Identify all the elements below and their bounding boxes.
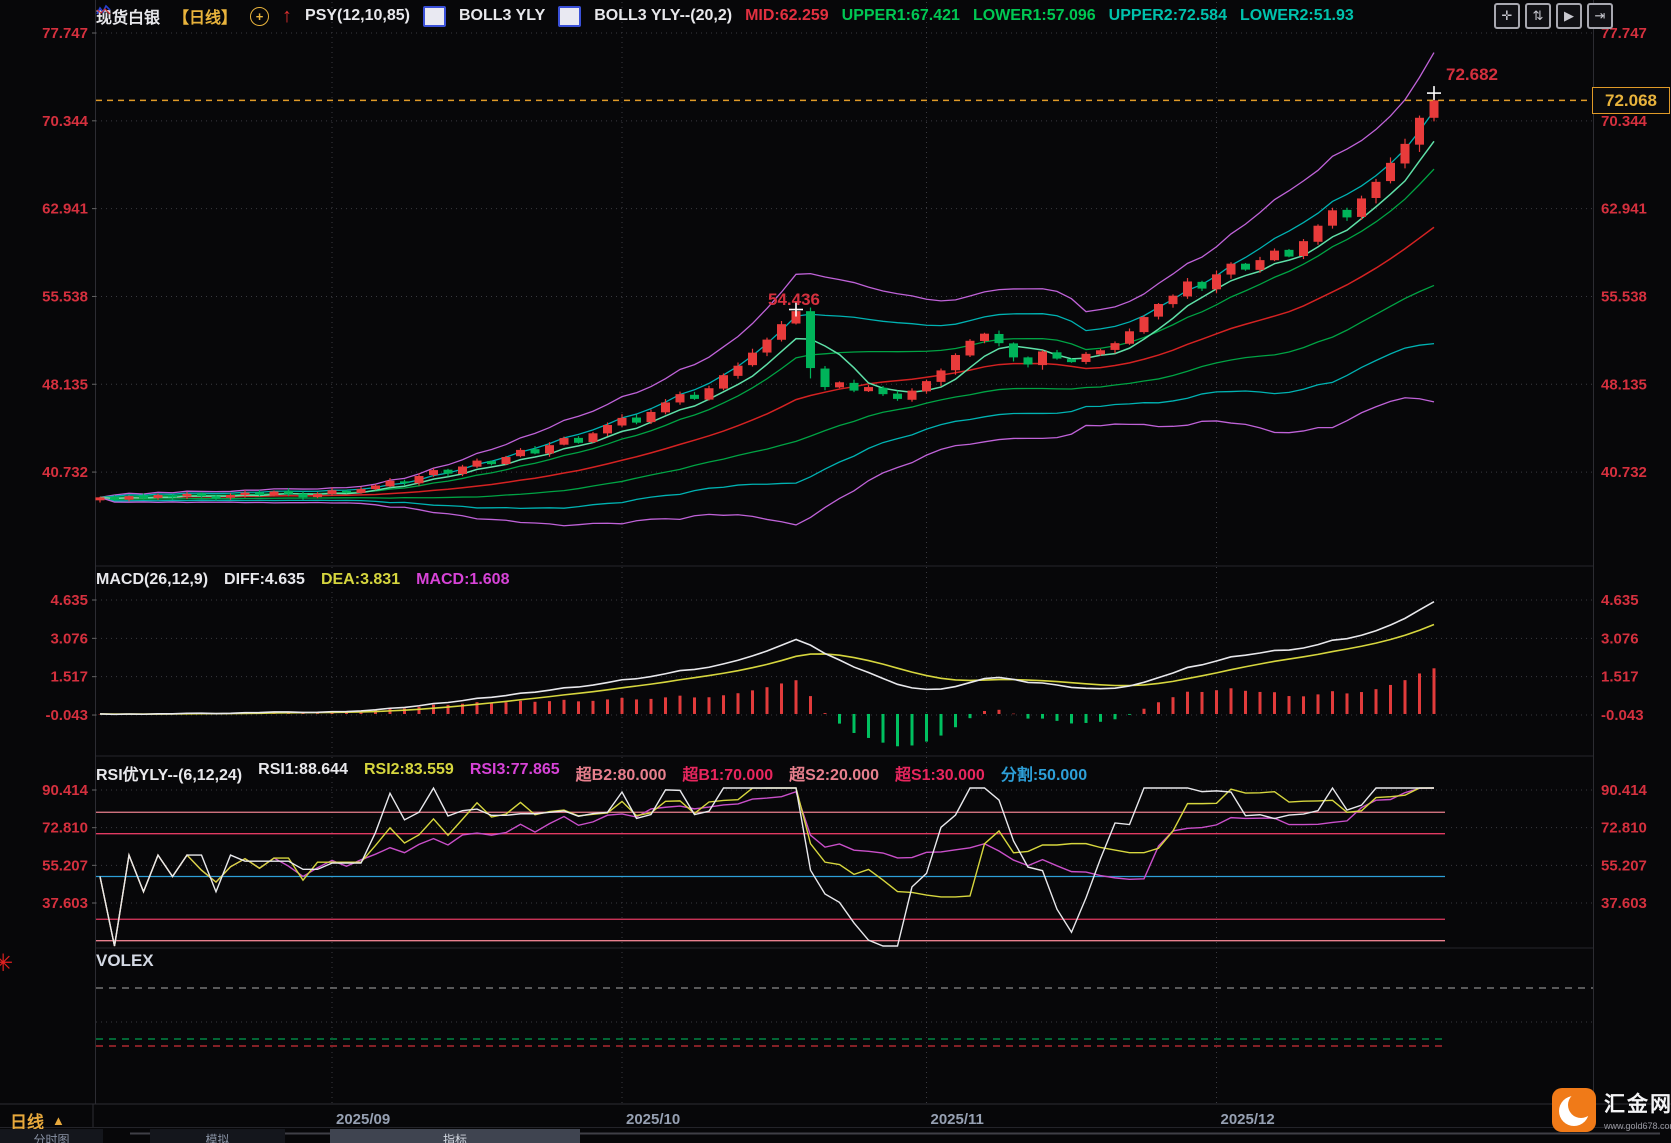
svg-text:37.603: 37.603	[42, 895, 88, 912]
boll2-indicator-label[interactable]: BOLL3 YLY--(20,2)	[594, 7, 732, 25]
rsi-oversold2-value: 超S2:20.000	[789, 761, 879, 785]
rsi-pane-header: RSI优YLY--(6,12,24) RSI1:88.644 RSI2:83.5…	[96, 761, 1087, 785]
up-arrow-icon: ↑	[282, 8, 292, 24]
svg-text:2025/12: 2025/12	[1221, 1111, 1275, 1128]
svg-text:1.517: 1.517	[1601, 669, 1639, 686]
last-price-box: 72.068	[1592, 87, 1670, 114]
macd-macd-value: MACD:1.608	[416, 571, 509, 589]
svg-text:55.538: 55.538	[42, 288, 88, 305]
tab-indicator-selected[interactable]: 指标	[330, 1129, 580, 1143]
macd-dea-value: DEA:3.831	[321, 571, 400, 589]
rsi1-value: RSI1:88.644	[258, 761, 348, 785]
svg-text:90.414: 90.414	[1601, 782, 1648, 799]
volex-pane	[96, 988, 1593, 1046]
svg-text:2025/11: 2025/11	[931, 1111, 984, 1128]
svg-text:4.635: 4.635	[50, 592, 88, 609]
svg-text:70.344: 70.344	[1601, 113, 1648, 130]
indicator-chart-icon[interactable]	[558, 6, 581, 27]
tab-simulate[interactable]: 模拟	[150, 1129, 285, 1143]
rsi-overbought2-value: 超B2:80.000	[576, 761, 667, 785]
boll-upper2-value: UPPER2:72.584	[1109, 7, 1227, 25]
rsi-split-value: 分割:50.000	[1001, 761, 1087, 785]
bottom-tab-strip: 分时图 模拟 指标	[0, 1129, 1671, 1143]
svg-text:48.135: 48.135	[42, 376, 88, 393]
svg-text:55.207: 55.207	[1601, 857, 1647, 874]
rsi-oversold1-value: 超S1:30.000	[895, 761, 985, 785]
svg-text:3.076: 3.076	[1601, 630, 1639, 647]
alert-badge-icon[interactable]: ✳	[0, 949, 13, 978]
swing-high-label: 72.682	[1446, 65, 1498, 85]
macd-pane	[99, 602, 1436, 747]
triangle-up-icon: ▲	[52, 1113, 65, 1128]
svg-text:55.207: 55.207	[42, 857, 88, 874]
candles	[96, 93, 1439, 502]
svg-text:2025/10: 2025/10	[626, 1111, 680, 1128]
brand-logo[interactable]: 汇金网 www.gold678.com	[1552, 1088, 1671, 1132]
boll-lower1-value: LOWER1:57.096	[973, 7, 1096, 25]
svg-text:3.076: 3.076	[50, 630, 88, 647]
brand-logo-icon	[1552, 1088, 1596, 1132]
svg-text:2025/09: 2025/09	[336, 1111, 390, 1128]
dock-panel-icon[interactable]: ⇥	[1587, 3, 1613, 29]
svg-text:40.732: 40.732	[1601, 464, 1647, 481]
crosshair-move-icon[interactable]: ✛	[1494, 3, 1520, 29]
playback-icon[interactable]: ▶	[1556, 3, 1582, 29]
brand-url: www.gold678.com	[1604, 1121, 1671, 1131]
rsi-pane	[96, 788, 1445, 946]
svg-text:40.732: 40.732	[42, 464, 88, 481]
tab-timeline[interactable]: 分时图	[0, 1129, 103, 1143]
svg-text:55.538: 55.538	[1601, 288, 1647, 305]
band-lines	[100, 53, 1434, 526]
date-axis: 2025/09 2025/10 2025/11 2025/12	[336, 1111, 1275, 1128]
zoom-plus-icon[interactable]: +	[250, 7, 269, 26]
rsi-overbought1-value: 超B1:70.000	[682, 761, 773, 785]
volex-pane-header[interactable]: VOLEX	[96, 951, 154, 971]
svg-text:-0.043: -0.043	[45, 707, 88, 724]
rsi2-value: RSI2:83.559	[364, 761, 454, 785]
svg-text:72.810: 72.810	[1601, 820, 1647, 837]
indicator-chart-icon[interactable]	[423, 6, 446, 27]
svg-text:37.603: 37.603	[1601, 895, 1647, 912]
boll1-indicator-label[interactable]: BOLL3 YLY	[459, 7, 545, 25]
svg-text:1.517: 1.517	[50, 669, 88, 686]
panel-frame	[0, 0, 1671, 1134]
trading-app-window: 77.74777.74770.34470.34462.94162.94155.5…	[0, 0, 1671, 1143]
svg-text:48.135: 48.135	[1601, 376, 1647, 393]
axis-zoom-icon[interactable]: ⇅	[1525, 3, 1551, 29]
svg-text:4.635: 4.635	[1601, 592, 1639, 609]
svg-text:-0.043: -0.043	[1601, 707, 1644, 724]
rsi3-value: RSI3:77.865	[470, 761, 560, 785]
svg-text:70.344: 70.344	[42, 113, 89, 130]
macd-label[interactable]: MACD(26,12,9)	[96, 571, 208, 589]
svg-text:62.941: 62.941	[42, 201, 88, 218]
svg-text:77.747: 77.747	[42, 25, 88, 42]
chart-toolbar: ✛ ⇅ ▶ ⇥	[1494, 3, 1613, 29]
svg-text:72.810: 72.810	[42, 820, 88, 837]
svg-text:90.414: 90.414	[42, 782, 89, 799]
boll-upper1-value: UPPER1:67.421	[842, 7, 960, 25]
boll-mid-value: MID:62.259	[745, 7, 829, 25]
svg-text:62.941: 62.941	[1601, 201, 1647, 218]
brand-name: 汇金网	[1604, 1088, 1671, 1118]
gridlines	[96, 2, 1593, 1104]
peak-price-label: 54.436	[768, 290, 820, 310]
psy-indicator-label[interactable]: PSY(12,10,85)	[305, 7, 410, 25]
macd-diff-value: DIFF:4.635	[224, 571, 305, 589]
period-badge[interactable]: 【日线】	[173, 4, 237, 28]
rsi-label[interactable]: RSI优YLY--(6,12,24)	[96, 761, 242, 785]
main-chart-header: 现货白银 【日线】 + ↑ PSY(12,10,85) BOLL3 YLY BO…	[96, 4, 1354, 28]
macd-pane-header: MACD(26,12,9) DIFF:4.635 DEA:3.831 MACD:…	[96, 571, 509, 589]
boll-lower2-value: LOWER2:51.93	[1240, 7, 1354, 25]
